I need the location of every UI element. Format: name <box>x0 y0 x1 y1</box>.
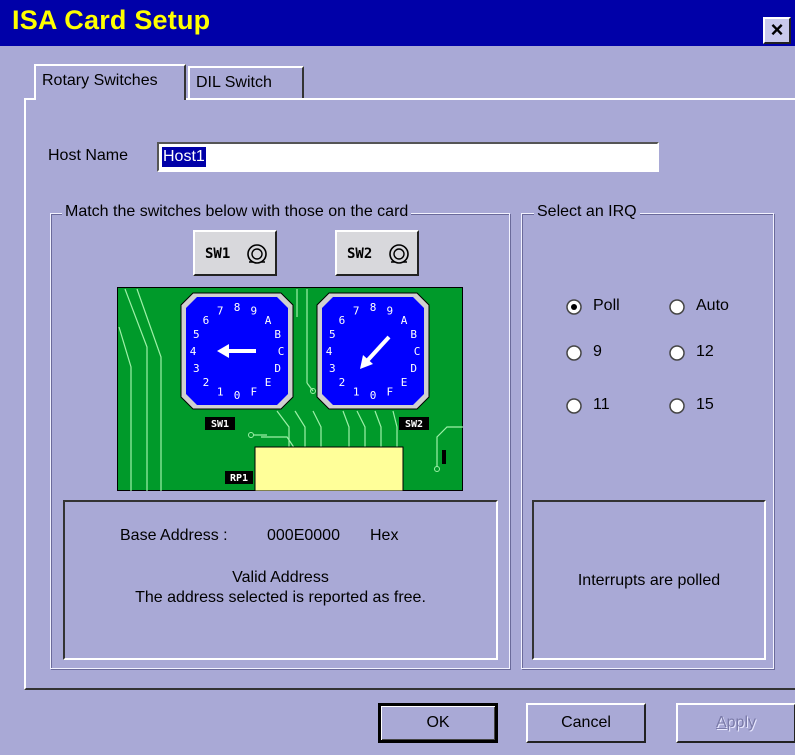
base-address-label: Base Address : <box>120 527 228 544</box>
ok-button[interactable]: OK <box>378 703 498 743</box>
dial-digit: 1 <box>217 386 224 399</box>
sw1-button[interactable]: SW1 <box>193 230 277 276</box>
dial-digit: 1 <box>353 386 360 399</box>
dial-digit: F <box>250 386 257 399</box>
board-label-sw2: SW2 <box>405 419 423 430</box>
apply-button-mnemonic: A <box>715 714 727 731</box>
dial-digit: 5 <box>329 328 336 341</box>
board-label-sw1: SW1 <box>211 419 229 430</box>
host-name-label: Host Name <box>48 147 129 164</box>
dial-digit: 0 <box>370 389 377 402</box>
sw2-button[interactable]: SW2 <box>335 230 419 276</box>
window-title: ISA Card Setup <box>12 5 211 35</box>
base-address-value: 000E0000 <box>267 527 340 544</box>
sw1-rotary-dial: 0123 4 567 8 9ABCDEF <box>180 292 294 410</box>
cancel-button[interactable]: Cancel <box>526 703 646 743</box>
dial-digit: 7 <box>217 304 224 317</box>
dial-digit: A <box>401 314 408 327</box>
dial-digit: C <box>414 345 421 358</box>
irq-radio-label: Auto <box>696 297 729 314</box>
apply-button-label: pply <box>726 714 757 731</box>
sw2-button-label: SW2 <box>347 246 373 262</box>
dial-digit: 3 <box>193 362 200 375</box>
radio-icon <box>669 299 685 315</box>
irq-status-text: Interrupts are polled <box>577 572 721 589</box>
radio-icon <box>566 398 582 414</box>
dial-digit: D <box>410 362 417 375</box>
dial-digit: 2 <box>339 376 346 389</box>
dial-digit: 6 <box>203 314 210 327</box>
rotate-icon <box>389 244 409 264</box>
dial-digit: 7 <box>353 304 360 317</box>
dial-digit: 8 <box>234 301 241 314</box>
irq-group-legend: Select an IRQ <box>534 203 640 221</box>
radio-icon <box>566 345 582 361</box>
irq-radio-label: Poll <box>593 297 620 314</box>
dial-digit: 2 <box>203 376 210 389</box>
switch-group-legend: Match the switches below with those on t… <box>62 203 412 221</box>
dial-digit: 6 <box>339 314 346 327</box>
dial-digit: 9 <box>386 304 393 317</box>
dial-digit: 4 <box>326 345 333 358</box>
dial-digit: E <box>265 376 272 389</box>
dial-digit: D <box>274 362 281 375</box>
radio-icon <box>669 398 685 414</box>
dial-digit: 8 <box>370 301 377 314</box>
rotate-icon <box>247 244 267 264</box>
irq-radio-label: 9 <box>593 343 602 360</box>
circuit-board-image: 01234567 8 9ABCDEF 01234567 8 9ABCDEF SW1 SW… <box>117 287 463 491</box>
base-address-unit: Hex <box>370 527 399 544</box>
irq-radio-label: 15 <box>696 396 714 413</box>
dial-digit: 5 <box>193 328 200 341</box>
valid-address-text: Valid Address <box>232 569 329 586</box>
sw2-rotary-dial: 0123 4 567 8 9ABCDEF <box>316 292 430 410</box>
radio-icon <box>669 345 685 361</box>
dial-digit: B <box>274 328 281 341</box>
host-name-value: Host1 <box>162 147 206 167</box>
dial-digit: E <box>401 376 408 389</box>
dial-digit: A <box>265 314 272 327</box>
close-icon: × <box>770 17 784 42</box>
tab-rotary-switches[interactable]: Rotary Switches <box>34 64 186 100</box>
radio-selected-icon <box>566 299 582 315</box>
dial-digit: 9 <box>250 304 257 317</box>
dial-digit: 4 <box>190 345 197 358</box>
host-name-input[interactable] <box>157 142 659 172</box>
sw1-button-label: SW1 <box>205 246 231 262</box>
dial-digit: 3 <box>329 362 336 375</box>
dial-digit: B <box>410 328 417 341</box>
dial-digit: C <box>278 345 285 358</box>
irq-radio-label: 11 <box>593 396 610 413</box>
address-free-text: The address selected is reported as free… <box>135 589 426 606</box>
apply-button[interactable]: Apply <box>676 703 795 743</box>
tab-dil-switch[interactable]: DIL Switch <box>188 66 304 98</box>
close-button[interactable]: × <box>763 17 791 44</box>
dial-digit: F <box>386 386 393 399</box>
board-label-rp1: RP1 <box>230 473 248 484</box>
irq-radio-label: 12 <box>696 343 714 360</box>
dial-digit: 0 <box>234 389 241 402</box>
